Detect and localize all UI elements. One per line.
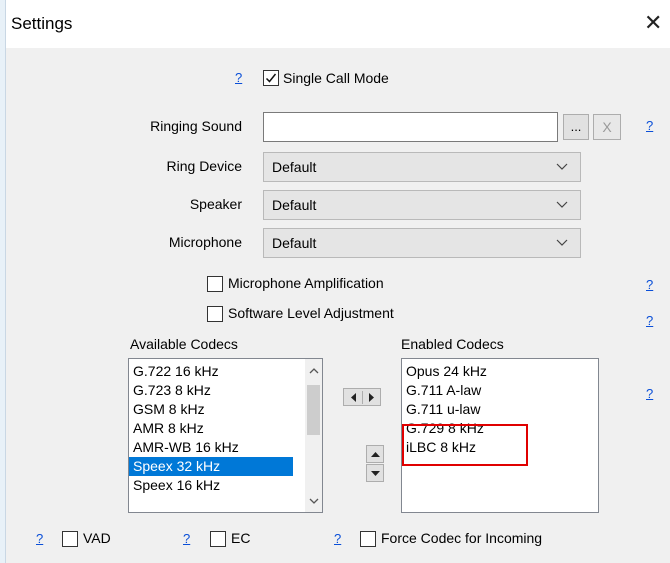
list-item[interactable]: Opus 24 kHz xyxy=(402,362,598,381)
scrollbar-thumb[interactable] xyxy=(307,385,320,435)
ring-device-select[interactable]: Default xyxy=(263,152,581,182)
settings-panel: ? Single Call Mode Ringing Sound ... X ?… xyxy=(6,48,670,563)
ec-checkbox[interactable] xyxy=(210,531,226,547)
vad-checkbox[interactable] xyxy=(62,531,78,547)
move-up-button[interactable] xyxy=(366,445,384,463)
ring-device-label: Ring Device xyxy=(166,158,242,174)
window-title: Settings xyxy=(11,14,73,33)
ringing-sound-input[interactable] xyxy=(263,112,558,142)
list-item[interactable]: AMR 8 kHz xyxy=(129,419,322,438)
single-call-mode-checkbox[interactable] xyxy=(263,70,279,86)
chevron-down-icon xyxy=(556,239,568,246)
browse-button[interactable]: ... xyxy=(563,114,589,140)
scroll-down-icon xyxy=(309,498,319,504)
mic-amplification-label: Microphone Amplification xyxy=(228,275,384,291)
vad-label: VAD xyxy=(83,530,111,546)
mic-amplification-checkbox[interactable] xyxy=(207,276,223,292)
ec-label: EC xyxy=(231,530,251,546)
help-link-codecs[interactable]: ? xyxy=(646,386,653,401)
arrow-left-icon[interactable] xyxy=(350,393,358,402)
help-link-software-level[interactable]: ? xyxy=(646,313,653,328)
ringing-sound-label: Ringing Sound xyxy=(150,118,242,134)
single-call-mode-label: Single Call Mode xyxy=(283,70,389,86)
available-codecs-header: Available Codecs xyxy=(130,336,238,352)
arrow-right-icon[interactable] xyxy=(368,393,376,402)
title-bar: Settings ✕ xyxy=(6,0,670,48)
available-codecs-scrollbar[interactable] xyxy=(305,359,322,512)
arrow-up-icon xyxy=(371,452,380,457)
chevron-down-icon xyxy=(556,163,568,170)
help-link-vad[interactable]: ? xyxy=(36,531,43,546)
help-link-ec[interactable]: ? xyxy=(183,531,190,546)
scroll-up-icon xyxy=(309,368,319,374)
software-level-checkbox[interactable] xyxy=(207,306,223,322)
list-item[interactable]: G.711 A-law xyxy=(402,381,598,400)
close-button[interactable]: ✕ xyxy=(644,10,662,36)
software-level-label: Software Level Adjustment xyxy=(228,305,394,321)
help-link-ringing-sound[interactable]: ? xyxy=(646,118,653,133)
list-item-selected[interactable]: Speex 32 kHz xyxy=(129,457,293,476)
speaker-select[interactable]: Default xyxy=(263,190,581,220)
list-item[interactable]: GSM 8 kHz xyxy=(129,400,322,419)
force-codec-checkbox[interactable] xyxy=(360,531,376,547)
checkmark-icon xyxy=(265,73,277,83)
list-item[interactable]: G.722 16 kHz xyxy=(129,362,322,381)
highlight-box xyxy=(402,424,528,466)
list-item[interactable]: AMR-WB 16 kHz xyxy=(129,438,322,457)
enabled-codecs-header: Enabled Codecs xyxy=(401,336,504,352)
list-item[interactable]: Speex 16 kHz xyxy=(129,476,322,495)
help-link-mic-amplification[interactable]: ? xyxy=(646,277,653,292)
force-codec-label: Force Codec for Incoming xyxy=(381,530,543,546)
list-item[interactable]: G.711 u-law xyxy=(402,400,598,419)
speaker-label: Speaker xyxy=(189,196,242,212)
move-down-button[interactable] xyxy=(366,464,384,482)
microphone-label: Microphone xyxy=(168,234,242,250)
arrow-down-icon xyxy=(371,471,380,476)
move-codec-buttons xyxy=(343,388,381,406)
available-codecs-list[interactable]: G.722 16 kHz G.723 8 kHz GSM 8 kHz AMR 8… xyxy=(128,358,323,513)
microphone-select[interactable]: Default xyxy=(263,228,581,258)
help-link-single-call-mode[interactable]: ? xyxy=(235,70,242,85)
chevron-down-icon xyxy=(556,201,568,208)
list-item[interactable]: G.723 8 kHz xyxy=(129,381,322,400)
clear-ringing-sound-button[interactable]: X xyxy=(593,114,621,140)
help-link-force-codec[interactable]: ? xyxy=(334,531,341,546)
